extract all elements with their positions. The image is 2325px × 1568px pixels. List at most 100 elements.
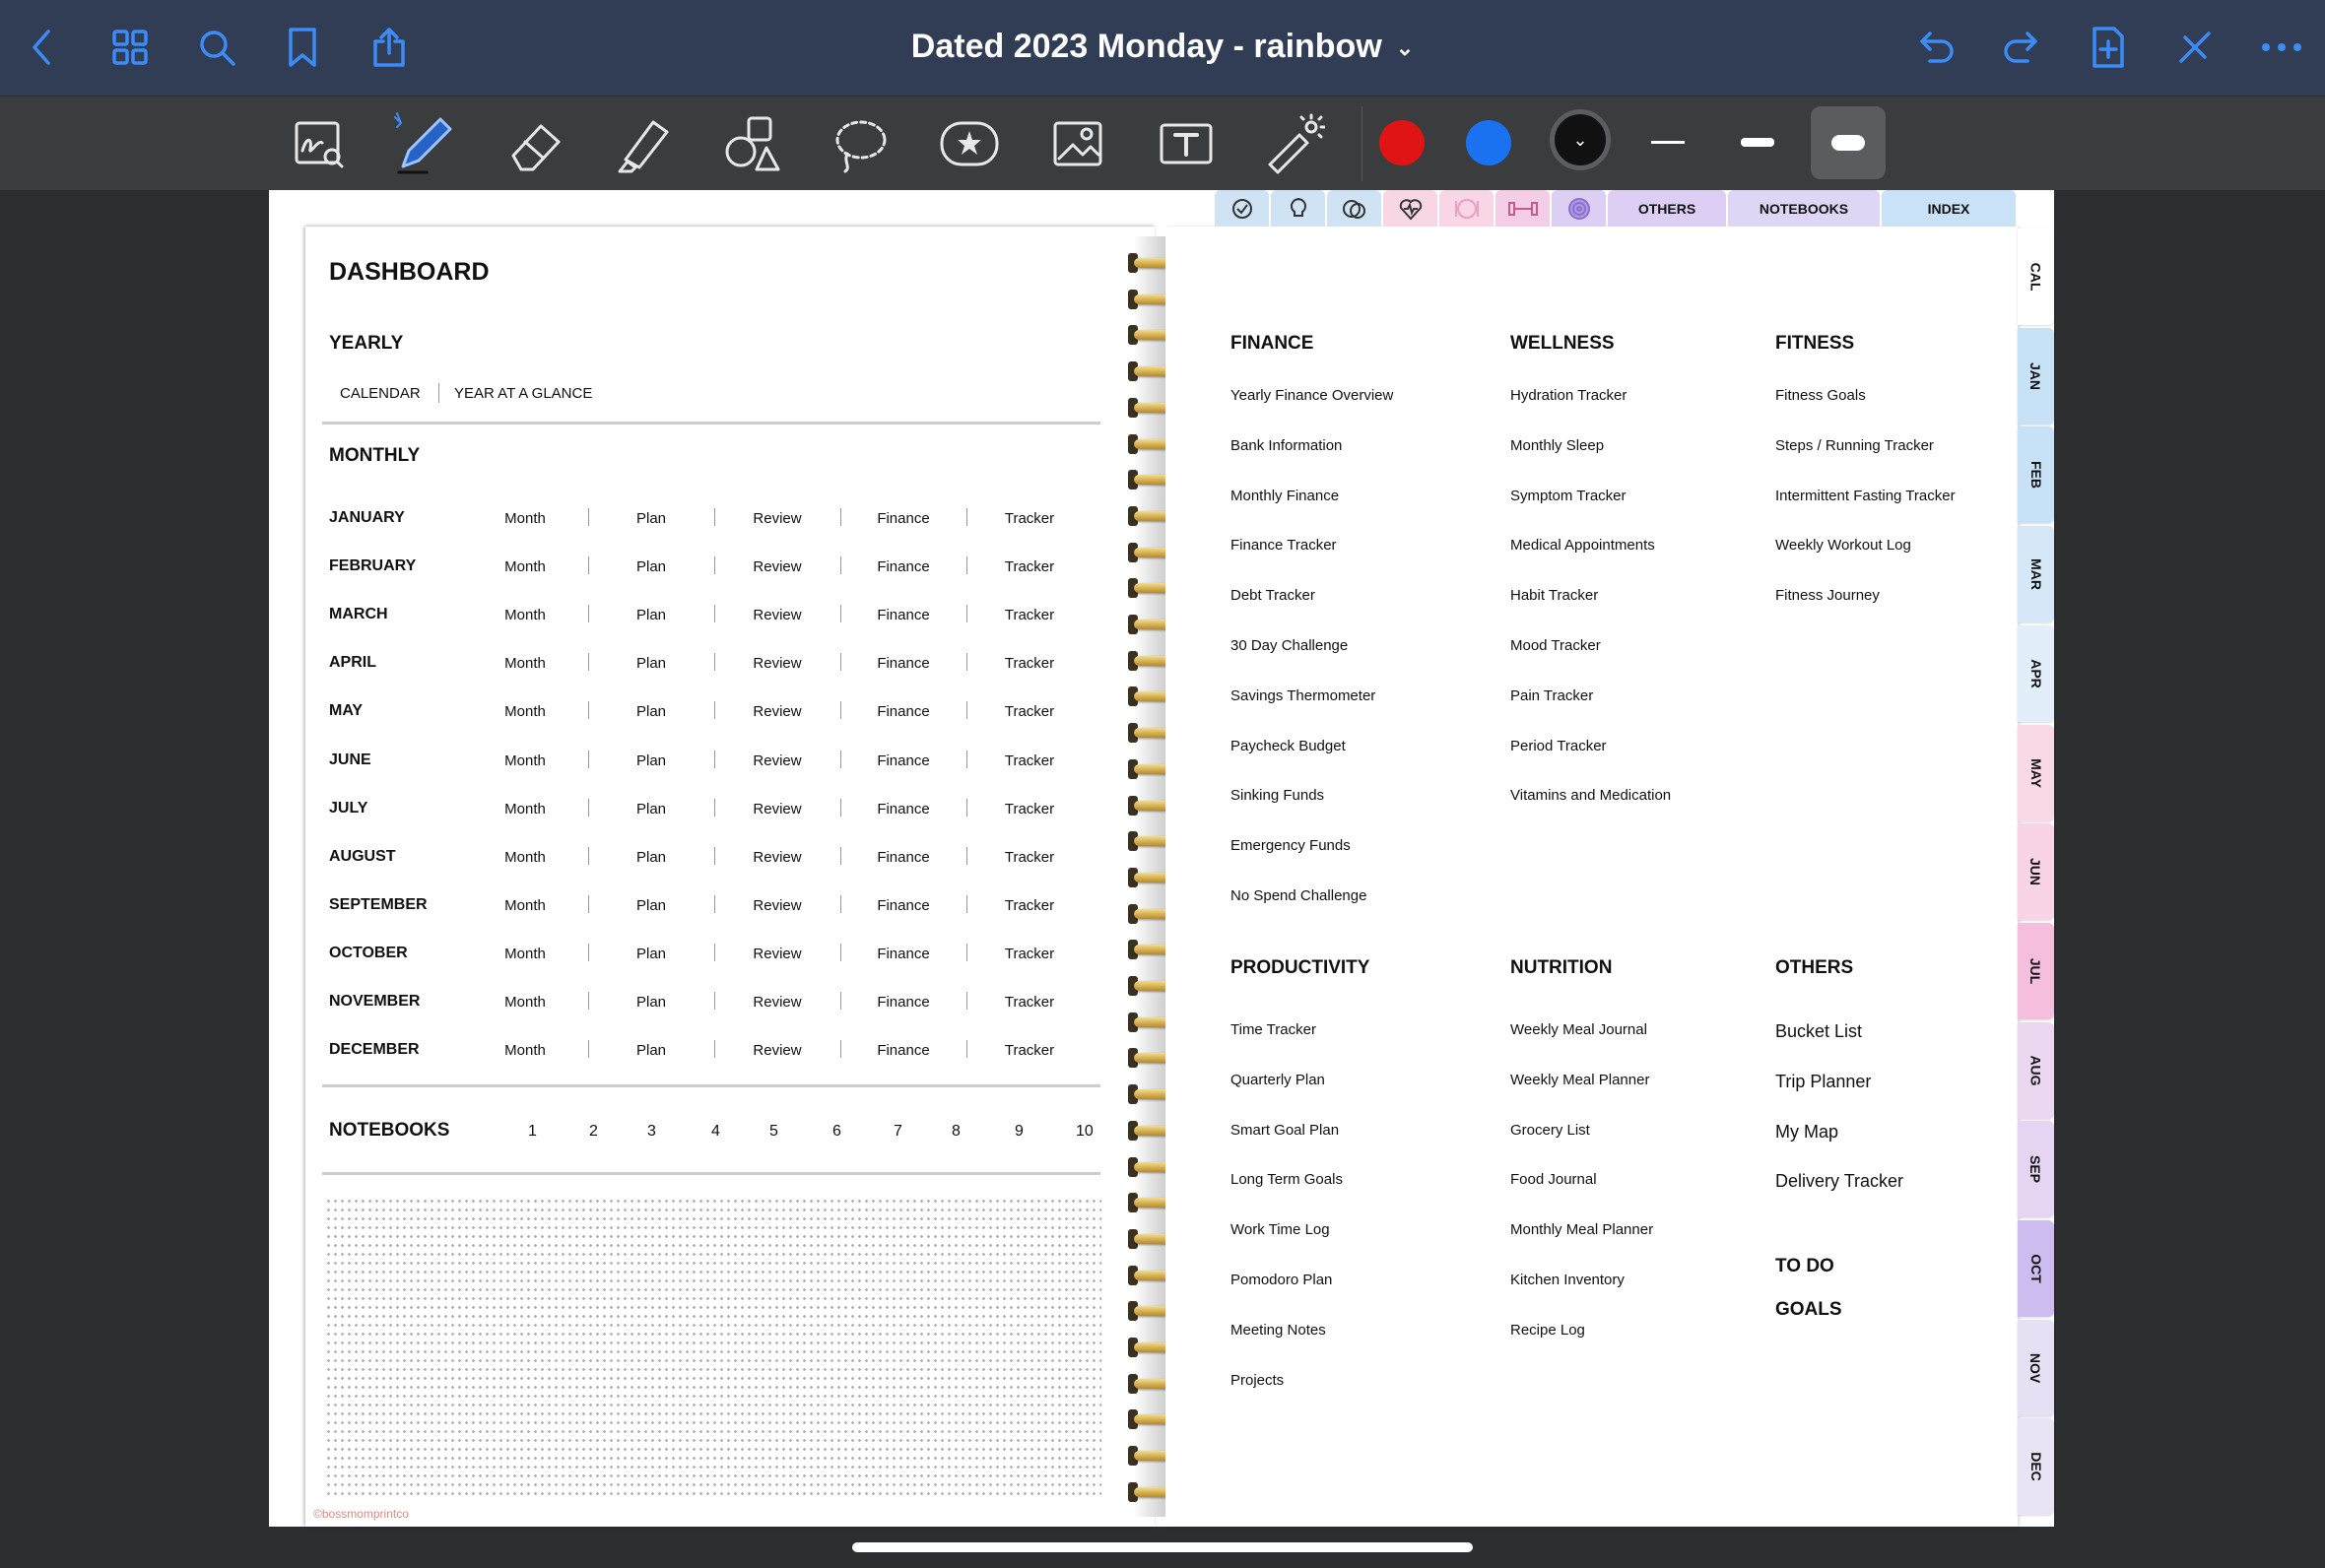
month-month-link[interactable]: Month bbox=[462, 1042, 588, 1059]
month-name[interactable]: OCTOBER bbox=[329, 945, 408, 962]
month-review-link[interactable]: Review bbox=[714, 752, 840, 769]
month-finance-link[interactable]: Finance bbox=[840, 655, 966, 672]
index-link[interactable]: Hydration Tracker bbox=[1510, 387, 1627, 404]
month-name[interactable]: JANUARY bbox=[329, 509, 405, 527]
month-plan-link[interactable]: Plan bbox=[588, 655, 714, 672]
month-month-link[interactable]: Month bbox=[462, 655, 588, 672]
month-finance-link[interactable]: Finance bbox=[840, 510, 966, 527]
tab-index[interactable]: INDEX bbox=[1882, 190, 2016, 227]
month-plan-link[interactable]: Plan bbox=[588, 849, 714, 866]
color-swatch-blue[interactable] bbox=[1466, 120, 1511, 165]
notebook-number-link[interactable]: 5 bbox=[769, 1123, 778, 1141]
month-finance-link[interactable]: Finance bbox=[840, 849, 966, 866]
month-name[interactable]: APRIL bbox=[329, 654, 376, 672]
productivity-heading[interactable]: PRODUCTIVITY bbox=[1230, 957, 1369, 979]
month-finance-link[interactable]: Finance bbox=[840, 946, 966, 962]
month-tracker-link[interactable]: Tracker bbox=[966, 801, 1093, 817]
month-review-link[interactable]: Review bbox=[714, 897, 840, 914]
index-link[interactable]: Grocery List bbox=[1510, 1122, 1590, 1139]
side-tab-feb[interactable]: FEB bbox=[2018, 426, 2054, 524]
side-tab-jul[interactable]: JUL bbox=[2018, 922, 2054, 1019]
index-link[interactable]: Delivery Tracker bbox=[1775, 1171, 1903, 1192]
tab-fingerprint[interactable] bbox=[1552, 190, 1606, 227]
index-link[interactable]: Period Tracker bbox=[1510, 738, 1607, 754]
tab-others[interactable]: OTHERS bbox=[1608, 190, 1726, 227]
wellness-heading[interactable]: WELLNESS bbox=[1510, 333, 1615, 355]
month-review-link[interactable]: Review bbox=[714, 558, 840, 575]
month-month-link[interactable]: Month bbox=[462, 510, 588, 527]
month-name[interactable]: JUNE bbox=[329, 751, 371, 769]
notebook-number-link[interactable]: 2 bbox=[589, 1123, 598, 1141]
side-tab-jun[interactable]: JUN bbox=[2018, 823, 2054, 921]
undo-icon[interactable] bbox=[1906, 18, 1965, 77]
month-review-link[interactable]: Review bbox=[714, 946, 840, 962]
index-link[interactable]: Emergency Funds bbox=[1230, 837, 1351, 854]
zoom-write-icon[interactable] bbox=[286, 110, 353, 177]
index-link[interactable]: Habit Tracker bbox=[1510, 587, 1598, 604]
index-link[interactable]: Paycheck Budget bbox=[1230, 738, 1346, 754]
tab-plate[interactable] bbox=[1439, 190, 1494, 227]
close-icon[interactable] bbox=[2165, 18, 2225, 77]
month-tracker-link[interactable]: Tracker bbox=[966, 655, 1093, 672]
document-title[interactable]: Dated 2023 Monday - rainbow ⌄ bbox=[0, 28, 2325, 66]
index-link[interactable]: Pomodoro Plan bbox=[1230, 1272, 1332, 1288]
chevron-down-icon[interactable]: ⌄ bbox=[1396, 35, 1414, 61]
index-link[interactable]: Time Tracker bbox=[1230, 1021, 1316, 1038]
month-plan-link[interactable]: Plan bbox=[588, 607, 714, 623]
month-finance-link[interactable]: Finance bbox=[840, 897, 966, 914]
side-tab-may[interactable]: MAY bbox=[2018, 724, 2054, 821]
month-finance-link[interactable]: Finance bbox=[840, 1042, 966, 1059]
index-link[interactable]: 30 Day Challenge bbox=[1230, 637, 1348, 654]
fitness-heading[interactable]: FITNESS bbox=[1775, 333, 1854, 355]
index-link[interactable]: Projects bbox=[1230, 1372, 1284, 1389]
month-tracker-link[interactable]: Tracker bbox=[966, 752, 1093, 769]
month-plan-link[interactable]: Plan bbox=[588, 510, 714, 527]
notebook-number-link[interactable]: 7 bbox=[894, 1123, 902, 1141]
month-month-link[interactable]: Month bbox=[462, 849, 588, 866]
month-review-link[interactable]: Review bbox=[714, 1042, 840, 1059]
month-finance-link[interactable]: Finance bbox=[840, 558, 966, 575]
index-link[interactable]: Recipe Log bbox=[1510, 1322, 1585, 1339]
document-title-text[interactable]: Dated 2023 Monday - rainbow bbox=[911, 28, 1382, 65]
side-tab-apr[interactable]: APR bbox=[2018, 624, 2054, 722]
month-finance-link[interactable]: Finance bbox=[840, 752, 966, 769]
index-link[interactable]: Bank Information bbox=[1230, 437, 1342, 454]
month-plan-link[interactable]: Plan bbox=[588, 946, 714, 962]
index-link[interactable]: Pain Tracker bbox=[1510, 687, 1593, 704]
index-link[interactable]: Quarterly Plan bbox=[1230, 1072, 1325, 1088]
index-link[interactable]: Long Term Goals bbox=[1230, 1171, 1343, 1188]
index-link[interactable]: Steps / Running Tracker bbox=[1775, 437, 1934, 454]
index-link[interactable]: Intermittent Fasting Tracker bbox=[1775, 488, 1956, 504]
side-tab-aug[interactable]: AUG bbox=[2018, 1021, 2054, 1119]
to-do-heading[interactable]: TO DO bbox=[1775, 1256, 1834, 1277]
index-link[interactable]: Weekly Meal Journal bbox=[1510, 1021, 1647, 1038]
dot-grid-area[interactable] bbox=[325, 1197, 1101, 1497]
month-plan-link[interactable]: Plan bbox=[588, 703, 714, 720]
month-name[interactable]: SEPTEMBER bbox=[329, 896, 428, 914]
month-plan-link[interactable]: Plan bbox=[588, 1042, 714, 1059]
lasso-icon[interactable] bbox=[828, 110, 895, 177]
month-plan-link[interactable]: Plan bbox=[588, 801, 714, 817]
color-swatch-red[interactable] bbox=[1379, 120, 1425, 165]
side-tab-jan[interactable]: JAN bbox=[2018, 327, 2054, 425]
index-link[interactable]: Savings Thermometer bbox=[1230, 687, 1375, 704]
tab-dumbbell[interactable] bbox=[1495, 190, 1550, 227]
sticker-icon[interactable] bbox=[936, 110, 1003, 177]
month-tracker-link[interactable]: Tracker bbox=[966, 510, 1093, 527]
index-link[interactable]: Fitness Goals bbox=[1775, 387, 1866, 404]
image-icon[interactable] bbox=[1044, 110, 1111, 177]
index-link[interactable]: Food Journal bbox=[1510, 1171, 1597, 1188]
index-link[interactable]: Yearly Finance Overview bbox=[1230, 387, 1393, 404]
month-tracker-link[interactable]: Tracker bbox=[966, 1042, 1093, 1059]
year-at-a-glance-link[interactable]: YEAR AT A GLANCE bbox=[454, 385, 592, 402]
index-link[interactable]: Finance Tracker bbox=[1230, 537, 1337, 554]
month-month-link[interactable]: Month bbox=[462, 801, 588, 817]
notebook-number-link[interactable]: 3 bbox=[647, 1123, 656, 1141]
month-name[interactable]: NOVEMBER bbox=[329, 993, 420, 1011]
month-finance-link[interactable]: Finance bbox=[840, 801, 966, 817]
side-tab-nov[interactable]: NOV bbox=[2018, 1319, 2054, 1416]
index-link[interactable]: Kitchen Inventory bbox=[1510, 1272, 1625, 1288]
month-review-link[interactable]: Review bbox=[714, 655, 840, 672]
text-icon[interactable] bbox=[1153, 110, 1220, 177]
side-tab-mar[interactable]: MAR bbox=[2018, 526, 2054, 623]
